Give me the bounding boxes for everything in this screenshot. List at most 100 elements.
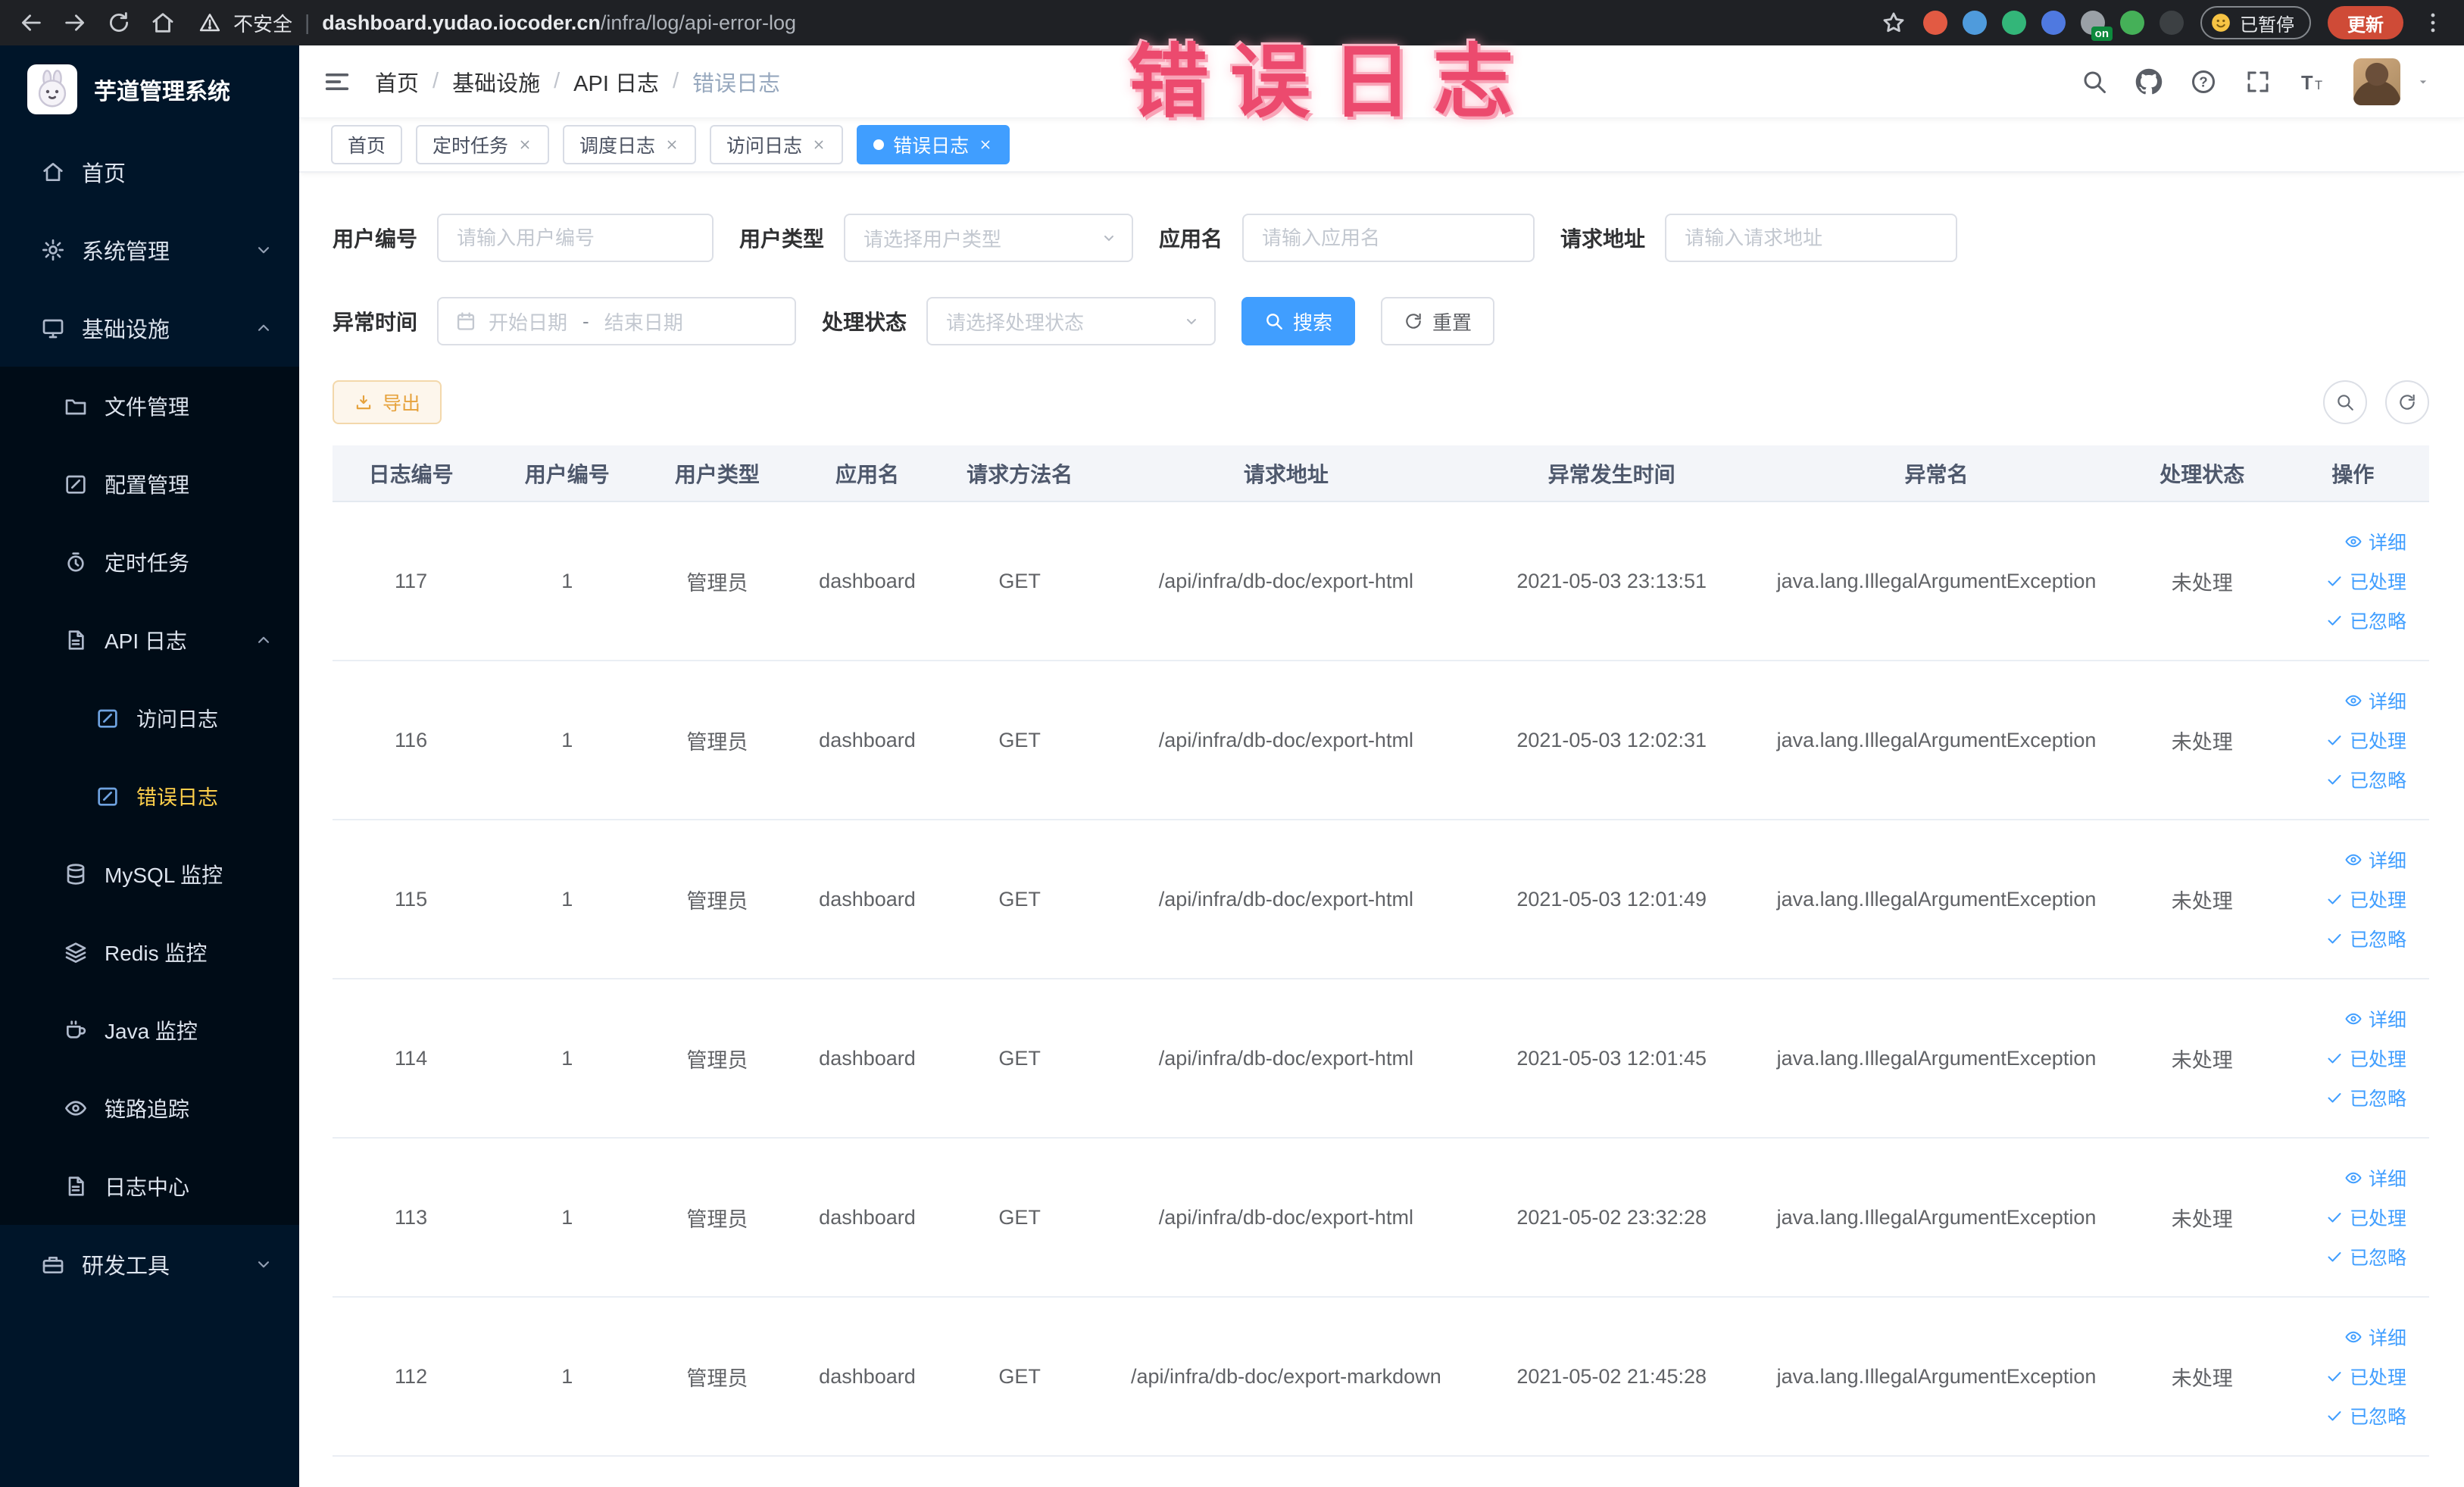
home-nav-icon[interactable] <box>150 10 176 36</box>
menu-dots-icon[interactable] <box>2420 10 2446 36</box>
reload-icon[interactable] <box>106 10 132 36</box>
update-button[interactable]: 更新 <box>2328 6 2403 39</box>
fullscreen-icon[interactable] <box>2244 68 2272 95</box>
ignored-link[interactable]: 已忽略 <box>2325 607 2406 634</box>
export-button[interactable]: 导出 <box>333 380 442 424</box>
sidebar-item-5[interactable]: 定时任务 <box>0 523 299 601</box>
sidebar-item-8[interactable]: 错误日志 <box>0 757 299 835</box>
eye-icon <box>2344 851 2363 869</box>
cell-user_type: 管理员 <box>645 501 790 661</box>
bookmark-star-icon[interactable] <box>1881 10 1907 36</box>
search-icon[interactable] <box>2081 68 2108 95</box>
process-status-label: 处理状态 <box>822 311 907 334</box>
page: 错误日志 不安全 | dashboard.yudao.iocoder.cn/in… <box>0 0 2464 1487</box>
tab-item-3[interactable]: 访问日志 <box>710 125 844 164</box>
cell-actions: 详细已处理已忽略 <box>2276 979 2429 1139</box>
sidebar-item-0[interactable]: 首页 <box>0 133 299 211</box>
request-url-input[interactable] <box>1665 214 1958 262</box>
processed-link[interactable]: 已处理 <box>2325 726 2406 754</box>
close-icon[interactable] <box>978 137 993 152</box>
processed-link[interactable]: 已处理 <box>2325 1204 2406 1231</box>
caret-down-icon[interactable] <box>2416 74 2431 89</box>
help-icon[interactable]: ? <box>2190 68 2217 95</box>
hamburger-icon[interactable] <box>322 67 352 97</box>
exception-time-range[interactable]: 开始日期 - 结束日期 <box>437 297 797 345</box>
extension-icon[interactable] <box>2160 11 2184 35</box>
ignored-link[interactable]: 已忽略 <box>2325 1243 2406 1270</box>
search-button[interactable]: 搜索 <box>1241 297 1356 345</box>
cell-id: 112 <box>333 1297 490 1457</box>
svg-text:?: ? <box>2199 73 2207 89</box>
font-size-icon[interactable]: TT <box>2299 68 2326 95</box>
tab-item-1[interactable]: 定时任务 <box>416 125 550 164</box>
sidebar-item-12[interactable]: 链路追踪 <box>0 1069 299 1147</box>
user-id-input[interactable] <box>437 214 714 262</box>
breadcrumb-item[interactable]: 首页 <box>375 66 419 98</box>
address-bar[interactable]: 不安全 | dashboard.yudao.iocoder.cn/infra/l… <box>198 9 1863 37</box>
check-icon <box>2325 731 2344 749</box>
refresh-table-button[interactable] <box>2385 380 2429 424</box>
sidebar-item-9[interactable]: MySQL 监控 <box>0 835 299 913</box>
ignored-link[interactable]: 已忽略 <box>2325 766 2406 793</box>
extension-icon[interactable] <box>2120 11 2144 35</box>
chevron-down-icon <box>1182 312 1201 330</box>
action-label: 已处理 <box>2349 1367 2406 1389</box>
github-icon[interactable] <box>2135 68 2163 95</box>
cell-user_type: 管理员 <box>645 1297 790 1457</box>
ignored-link[interactable]: 已忽略 <box>2325 1084 2406 1111</box>
paused-button[interactable]: 已暂停 <box>2200 6 2311 39</box>
avatar[interactable] <box>2353 58 2400 105</box>
breadcrumb-item[interactable]: 基础设施 <box>452 66 540 98</box>
sidebar-item-14[interactable]: 研发工具 <box>0 1225 299 1303</box>
sidebar-item-3[interactable]: 文件管理 <box>0 367 299 445</box>
detail-link[interactable]: 详细 <box>2344 846 2406 873</box>
check-icon <box>2325 1407 2344 1425</box>
processed-link[interactable]: 已处理 <box>2325 1045 2406 1072</box>
back-icon[interactable] <box>18 10 44 36</box>
extension-icon[interactable] <box>1963 11 1987 35</box>
detail-link[interactable]: 详细 <box>2344 1164 2406 1192</box>
breadcrumb-separator: / <box>672 69 679 93</box>
sidebar-item-4[interactable]: 配置管理 <box>0 445 299 523</box>
sidebar-item-1[interactable]: 系统管理 <box>0 211 299 289</box>
processed-link[interactable]: 已处理 <box>2325 886 2406 913</box>
detail-link[interactable]: 详细 <box>2344 1323 2406 1351</box>
processed-link[interactable]: 已处理 <box>2325 1363 2406 1390</box>
reset-button[interactable]: 重置 <box>1381 297 1495 345</box>
detail-link[interactable]: 详细 <box>2344 1005 2406 1032</box>
extension-icon[interactable] <box>1923 11 1947 35</box>
sidebar-item-7[interactable]: 访问日志 <box>0 679 299 757</box>
sidebar-item-2[interactable]: 基础设施 <box>0 289 299 367</box>
detail-link[interactable]: 详细 <box>2344 687 2406 714</box>
cell-url: /api/infra/db-doc/export-html <box>1094 661 1479 820</box>
user-type-select[interactable]: 请选择用户类型 <box>844 214 1134 262</box>
app-name-input[interactable] <box>1242 214 1535 262</box>
breadcrumb-item[interactable]: API 日志 <box>573 66 659 98</box>
close-icon[interactable] <box>811 137 826 152</box>
processed-link[interactable]: 已处理 <box>2325 567 2406 595</box>
extension-icon[interactable] <box>2002 11 2026 35</box>
process-status-select[interactable]: 请选择处理状态 <box>926 297 1216 345</box>
sidebar-item-6[interactable]: API 日志 <box>0 601 299 679</box>
url-path: /infra/log/api-error-log <box>600 11 796 34</box>
sidebar-item-11[interactable]: Java 监控 <box>0 991 299 1069</box>
tab-item-0[interactable]: 首页 <box>331 125 403 164</box>
close-icon[interactable] <box>517 137 532 152</box>
extension-icon[interactable]: on <box>2081 11 2113 41</box>
sidebar-item-13[interactable]: 日志中心 <box>0 1147 299 1225</box>
detail-link[interactable]: 详细 <box>2344 528 2406 555</box>
sidebar-menu: 首页 系统管理 基础设施 文件管理 配置管理 定时任务 API 日志 访问日志 错误日志 MySQ… <box>0 133 299 1303</box>
close-icon[interactable] <box>664 137 679 152</box>
sidebar-item-10[interactable]: Redis 监控 <box>0 913 299 991</box>
ignored-link[interactable]: 已忽略 <box>2325 1402 2406 1429</box>
action-label: 已处理 <box>2349 1208 2406 1229</box>
sidebar-item-label: MySQL 监控 <box>105 863 223 887</box>
edit-icon <box>95 706 120 730</box>
forward-icon[interactable] <box>62 10 88 36</box>
tab-item-4[interactable]: 错误日志 <box>857 125 1010 164</box>
toggle-search-button[interactable] <box>2323 380 2367 424</box>
tab-item-2[interactable]: 调度日志 <box>563 125 697 164</box>
ignored-link[interactable]: 已忽略 <box>2325 925 2406 952</box>
extension-icon[interactable] <box>2041 11 2066 35</box>
cell-exception: java.lang.IllegalArgumentException <box>1745 1138 2128 1298</box>
